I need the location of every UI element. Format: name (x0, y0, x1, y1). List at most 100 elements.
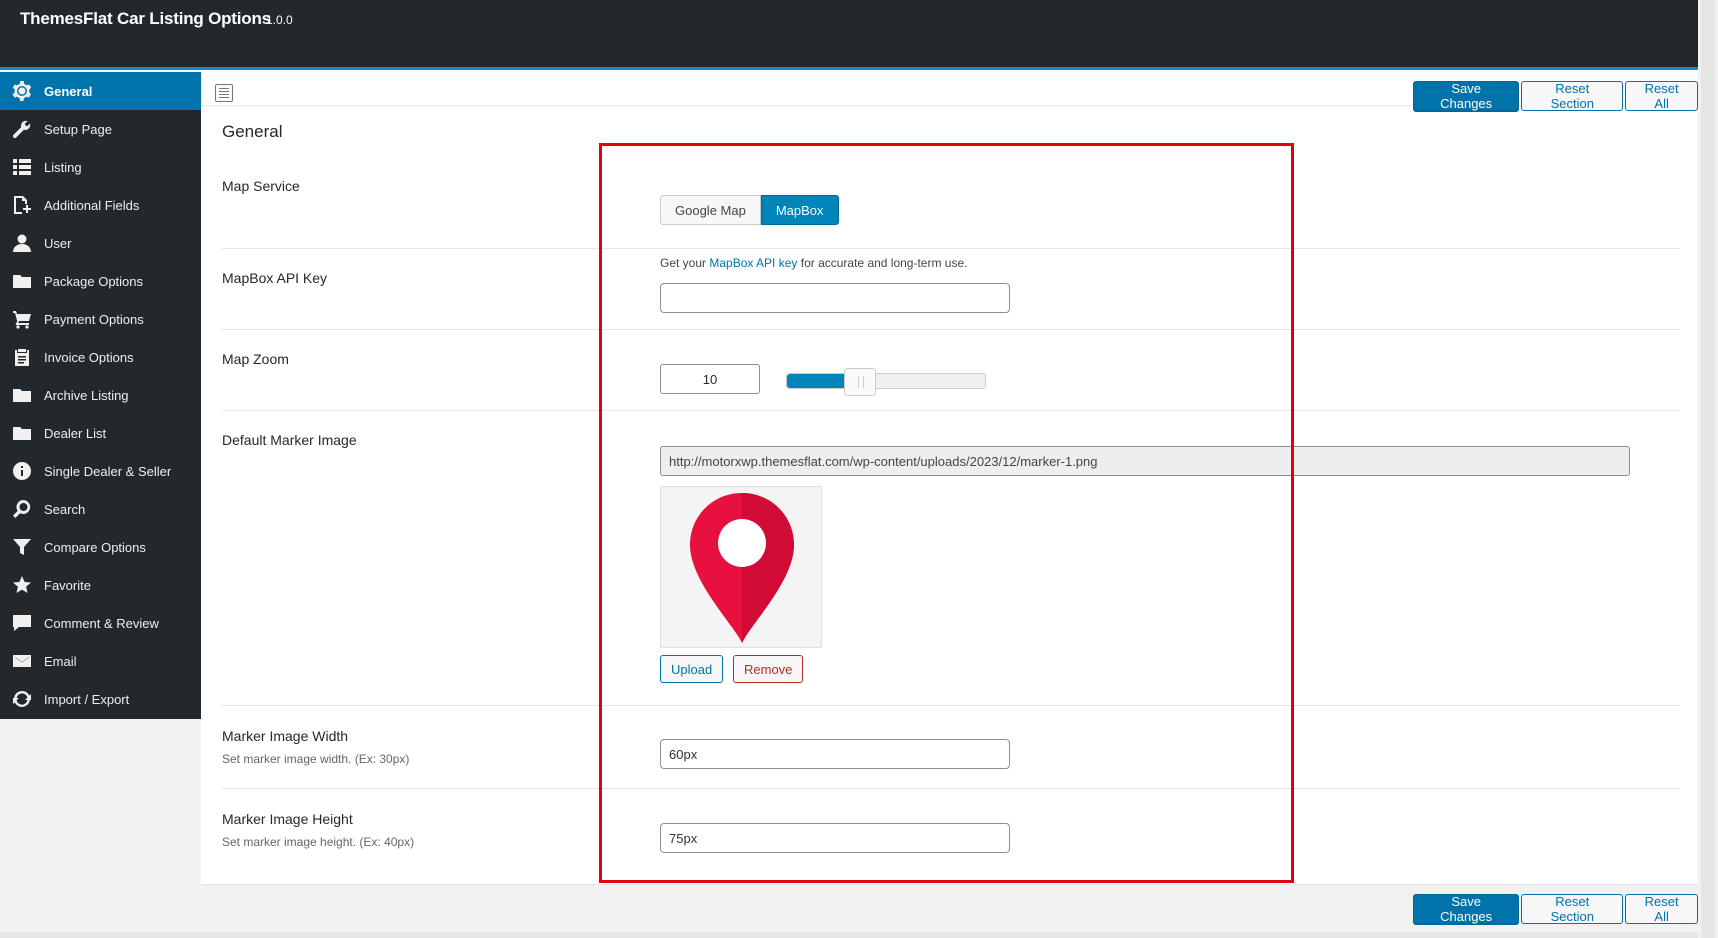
row-divider (222, 248, 1680, 249)
sidebar-item-label: Single Dealer & Seller (44, 463, 172, 479)
folder-icon (0, 271, 44, 291)
clipboard-icon (0, 347, 44, 367)
list-icon (0, 157, 44, 177)
sidebar-item-single-dealer-seller[interactable]: Single Dealer & Seller (0, 452, 201, 490)
reset-all-button[interactable]: Reset All (1625, 894, 1698, 924)
cart-icon (0, 309, 44, 329)
sidebar-item-label: Comment & Review (44, 615, 159, 631)
marker-width-label: Marker Image Width (222, 728, 349, 744)
map-service-option-mapbox[interactable]: MapBox (760, 195, 839, 225)
options-header: ThemesFlat Car Listing Options 1.0.0 (0, 0, 1698, 70)
options-sidebar: General Setup Page Listing Additional Fi… (0, 72, 201, 719)
sidebar-item-label: General (44, 83, 93, 99)
app-version: 1.0.0 (266, 13, 293, 27)
marker-height-input[interactable]: 75px (660, 823, 1010, 853)
comment-icon (0, 613, 44, 633)
sidebar-item-payment-options[interactable]: Payment Options (0, 300, 201, 338)
wrench-icon (0, 119, 44, 139)
row-divider (222, 410, 1680, 411)
save-changes-button[interactable]: Save Changes (1413, 81, 1520, 111)
reset-section-button[interactable]: Reset Section (1521, 81, 1624, 111)
sidebar-item-import-export[interactable]: Import / Export (0, 680, 201, 718)
sidebar-item-label: Archive Listing (44, 387, 129, 403)
marker-width-description: Set marker image width. (Ex: 30px) (222, 752, 410, 766)
expand-options-icon[interactable] (215, 84, 233, 102)
star-icon (0, 575, 44, 595)
map-zoom-slider[interactable] (786, 368, 986, 396)
marker-width-input[interactable]: 60px (660, 739, 1010, 769)
sidebar-item-label: Search (44, 501, 86, 517)
email-icon (0, 651, 44, 671)
sidebar-item-listing[interactable]: Listing (0, 148, 201, 186)
sidebar-item-archive-listing[interactable]: Archive Listing (0, 376, 201, 414)
map-zoom-label: Map Zoom (222, 351, 289, 367)
search-icon (0, 499, 44, 519)
row-divider (222, 788, 1680, 789)
row-divider (222, 705, 1680, 706)
remove-button[interactable]: Remove (733, 655, 804, 683)
user-icon (0, 233, 44, 253)
mapbox-api-key-help: Get your MapBox API key for accurate and… (660, 256, 968, 270)
mapbox-api-key-label: MapBox API Key (222, 270, 328, 286)
sidebar-item-invoice-options[interactable]: Invoice Options (0, 338, 201, 376)
upload-button[interactable]: Upload (660, 655, 724, 683)
marker-height-description: Set marker image height. (Ex: 40px) (222, 835, 415, 849)
folder-icon (0, 385, 44, 405)
top-action-buttons: Save Changes Reset Section Reset All (1413, 81, 1698, 111)
sidebar-item-package-options[interactable]: Package Options (0, 262, 201, 300)
sidebar-item-general[interactable]: General (0, 72, 201, 110)
sidebar-item-setup-page[interactable]: Setup Page (0, 110, 201, 148)
info-icon (0, 461, 44, 481)
page-bottom-edge (0, 932, 1698, 938)
sidebar-item-favorite[interactable]: Favorite (0, 566, 201, 604)
map-service-selector: Google Map MapBox (660, 195, 839, 225)
sidebar-item-compare-options[interactable]: Compare Options (0, 528, 201, 566)
sidebar-item-label: Payment Options (44, 311, 144, 327)
map-zoom-input[interactable]: 10 (660, 364, 760, 394)
map-service-option-google-map[interactable]: Google Map (660, 195, 761, 225)
marker-image-preview (660, 486, 822, 648)
folder-icon (0, 423, 44, 443)
sidebar-item-label: Setup Page (44, 121, 112, 137)
sidebar-item-label: Email (44, 653, 77, 669)
sidebar-item-label: Favorite (44, 577, 91, 593)
sidebar-item-label: User (44, 235, 72, 251)
sidebar-item-label: Invoice Options (44, 349, 134, 365)
options-panel: Save Changes Reset Section Reset All Gen… (201, 72, 1698, 938)
filter-icon (0, 537, 44, 557)
default-marker-image-label: Default Marker Image (222, 432, 357, 448)
sidebar-item-dealer-list[interactable]: Dealer List (0, 414, 201, 452)
sidebar-item-email[interactable]: Email (0, 642, 201, 680)
sidebar-item-label: Import / Export (44, 691, 130, 707)
help-text-suffix: for accurate and long-term use. (797, 256, 968, 270)
refresh-icon (0, 689, 44, 709)
marker-image-url-input[interactable]: http://motorxwp.themesflat.com/wp-conten… (660, 446, 1630, 476)
sidebar-item-label: Compare Options (44, 539, 146, 555)
page-scrollbar[interactable] (1698, 0, 1718, 938)
row-divider (222, 329, 1680, 330)
app-title: ThemesFlat Car Listing Options (20, 9, 271, 28)
sidebar-item-search[interactable]: Search (0, 490, 201, 528)
section-title: General (222, 122, 283, 141)
sidebar-item-comment-review[interactable]: Comment & Review (0, 604, 201, 642)
sidebar-item-label: Listing (44, 159, 82, 175)
map-service-label: Map Service (222, 178, 300, 194)
map-zoom-slider-handle[interactable] (844, 368, 877, 396)
sidebar-item-label: Package Options (44, 273, 144, 289)
sidebar-item-additional-fields[interactable]: Additional Fields (0, 186, 201, 224)
marker-height-label: Marker Image Height (222, 811, 353, 827)
sidebar-item-label: Additional Fields (44, 197, 140, 213)
gear-icon (0, 81, 44, 101)
reset-all-button[interactable]: Reset All (1625, 81, 1698, 111)
sidebar-footer-area (0, 719, 201, 938)
bottom-action-buttons: Save Changes Reset Section Reset All (1413, 894, 1698, 924)
mapbox-api-key-link[interactable]: MapBox API key (709, 256, 797, 270)
reset-section-button[interactable]: Reset Section (1521, 894, 1624, 924)
help-text-prefix: Get your (660, 256, 710, 270)
add-file-icon (0, 195, 44, 215)
mapbox-api-key-input[interactable] (660, 283, 1010, 313)
save-changes-button[interactable]: Save Changes (1413, 894, 1520, 924)
map-pin-icon (690, 493, 794, 643)
sidebar-item-label: Dealer List (44, 425, 107, 441)
sidebar-item-user[interactable]: User (0, 224, 201, 262)
